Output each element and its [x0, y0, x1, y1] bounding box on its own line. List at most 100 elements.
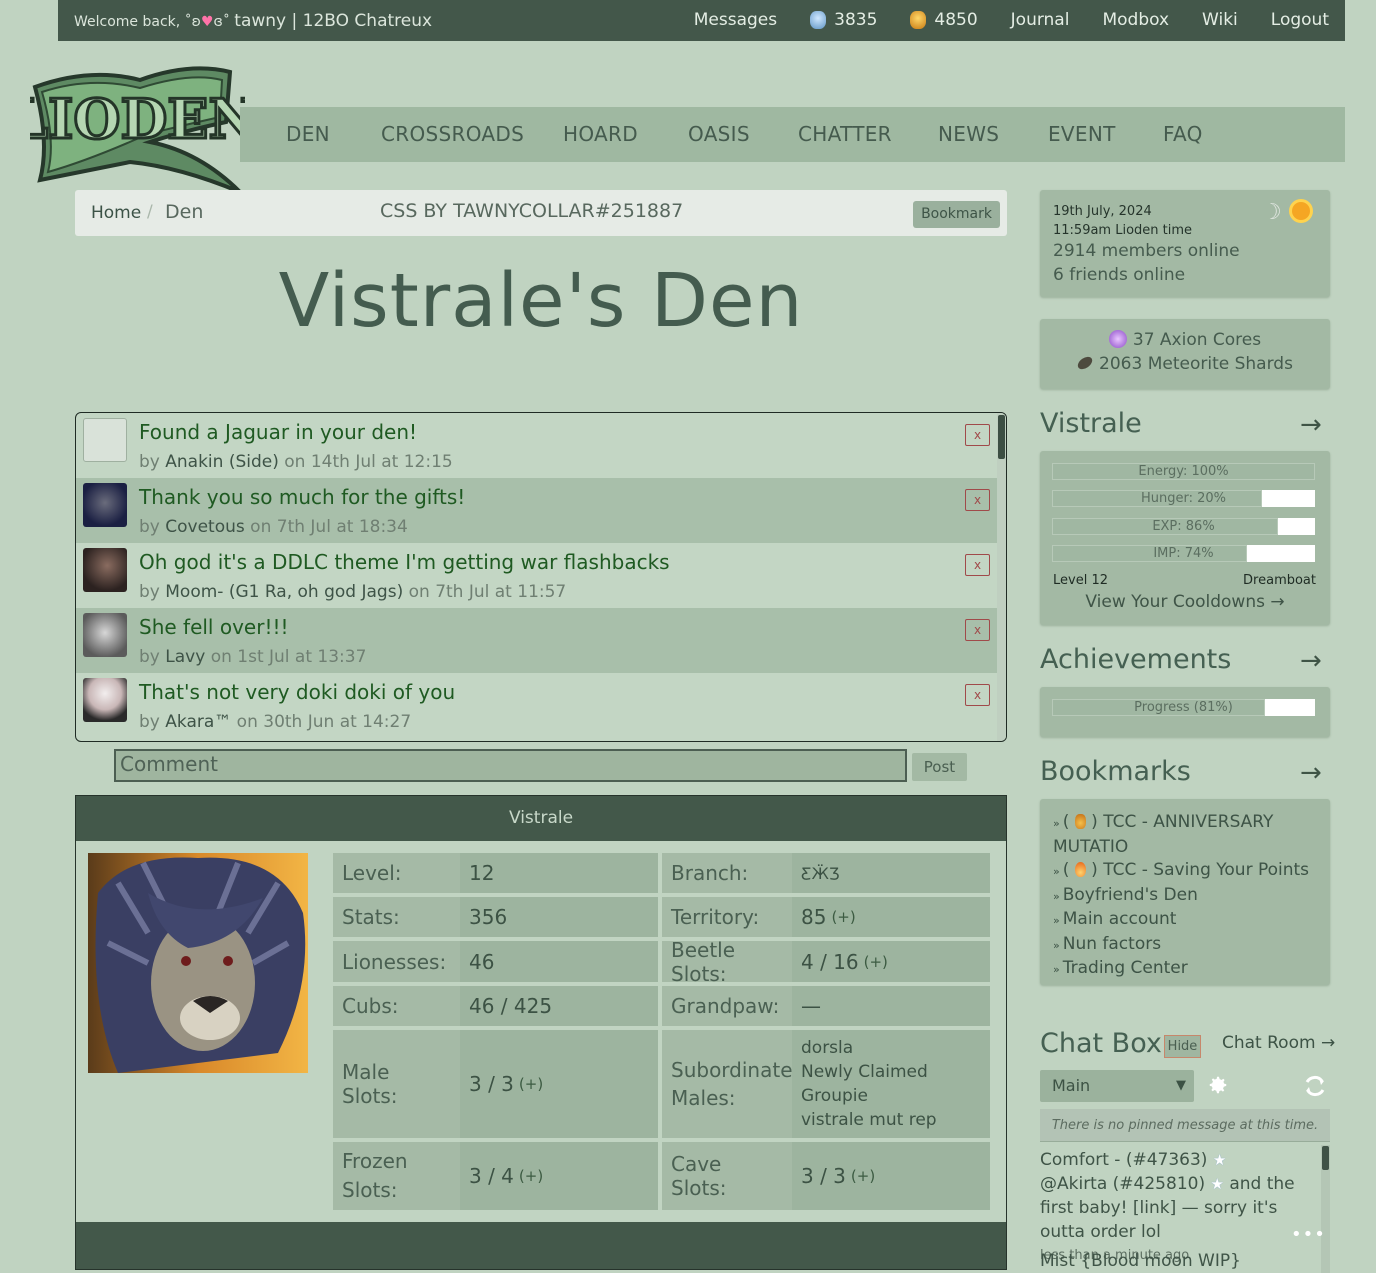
branch-label: Branch: [662, 853, 792, 893]
refresh-icon[interactable] [1302, 1073, 1328, 1099]
star-icon: ★ [1210, 1175, 1224, 1193]
frozen-slots-cell: 3 / 4 (+) [460, 1142, 658, 1210]
stats-value: 356 [460, 897, 658, 937]
nav-faq[interactable]: FAQ [1163, 122, 1203, 146]
nav-chatter[interactable]: CHATTER [798, 122, 892, 146]
lion-portrait[interactable] [88, 853, 308, 1073]
beetle-slots-label: Beetle Slots: [662, 938, 792, 986]
subordinate-male-link[interactable]: Newly Claimed [801, 1060, 937, 1084]
hide-chat-button[interactable]: Hide [1164, 1035, 1201, 1058]
commenter-avatar[interactable] [83, 678, 127, 722]
comment-time: on 7th Jul at 11:57 [408, 582, 567, 602]
cave-slots-plus-link[interactable]: (+) [851, 1167, 875, 1185]
nav-news[interactable]: NEWS [938, 122, 999, 146]
welcome-deco-left: ˚ʚ [184, 14, 201, 30]
comment-row: Thank you so much for the gifts! by Cove… [76, 478, 998, 543]
grandpaw-row: Grandpaw: — [662, 986, 990, 1026]
breadcrumb-home[interactable]: Home [91, 203, 141, 223]
commenter-avatar[interactable] [83, 483, 127, 527]
comment-input[interactable]: Comment [114, 749, 907, 782]
gold-counter[interactable]: 4850 [910, 10, 978, 30]
chat-author-link[interactable]: Mist {Blood moon WIP} (#436218) [1040, 1249, 1316, 1273]
nav-den[interactable]: DEN [286, 122, 330, 146]
delete-comment-button[interactable]: x [965, 619, 990, 641]
lion-arrow-icon[interactable]: → [1300, 410, 1322, 440]
delete-comment-button[interactable]: x [965, 424, 990, 446]
meteorite-shards-amount: 2063 Meteorite Shards [1099, 354, 1293, 374]
lioden-logo[interactable]: LIODEN [9, 62, 259, 197]
chat-room-select[interactable]: Main ▼ [1040, 1070, 1194, 1102]
bookmarks-heading[interactable]: Bookmarks [1040, 756, 1191, 787]
beetle-slots-plus-link[interactable]: (+) [864, 953, 888, 971]
bookmark-item[interactable]: »( ) TCC - ANNIVERSARY MUTATIO [1053, 811, 1323, 859]
nav-oasis[interactable]: OASIS [688, 122, 750, 146]
chat-room-link[interactable]: Chat Room → [1222, 1033, 1335, 1053]
comments-scrollbar[interactable] [997, 413, 1006, 741]
comment-author[interactable]: Anakin (Side) [165, 452, 279, 472]
comment-author[interactable]: Moom- (G1 Ra, oh god Jags) [165, 582, 403, 602]
comment-author[interactable]: Covetous [165, 517, 245, 537]
bookmark-item[interactable]: » Nun factors [1053, 933, 1323, 958]
welcome-prefix: Welcome back, [74, 14, 181, 30]
comment-author[interactable]: Lavy [165, 647, 205, 667]
chat-author-link[interactable]: Comfort - (#47363) [1040, 1150, 1207, 1170]
members-online-link[interactable]: 2914 members online [1053, 239, 1240, 263]
male-slots-plus-link[interactable]: (+) [519, 1075, 543, 1093]
bookmark-item[interactable]: » Boyfriend's Den [1053, 884, 1323, 909]
scrollbar-thumb[interactable] [998, 415, 1005, 459]
commenter-avatar[interactable] [83, 548, 127, 592]
level-label: Level: [333, 853, 460, 893]
bookmark-label: Nun factors [1062, 933, 1162, 954]
delete-comment-button[interactable]: x [965, 489, 990, 511]
top-bar: Welcome back, ˚ʚ♥ɞ˚ tawny | 12BO Chatreu… [58, 0, 1345, 41]
comment-by: by [139, 712, 160, 732]
logout-link[interactable]: Logout [1271, 10, 1329, 30]
territory-plus-link[interactable]: (+) [831, 908, 855, 926]
frozen-slots-plus-link[interactable]: (+) [519, 1167, 543, 1185]
achievements-arrow-icon[interactable]: → [1300, 646, 1322, 676]
branch-value: ƸӜƷ [792, 853, 990, 893]
subordinate-male-link[interactable]: dorsla [801, 1036, 937, 1060]
grandpaw-label: Grandpaw: [662, 986, 792, 1026]
comment-author[interactable]: Akara™ [165, 712, 231, 732]
delete-comment-button[interactable]: x [965, 554, 990, 576]
subordinate-male-link[interactable]: vistrale mut rep [801, 1108, 937, 1132]
nav-event[interactable]: EVENT [1048, 122, 1116, 146]
pinned-message: There is no pinned message at this time. [1040, 1109, 1330, 1142]
beetles-counter[interactable]: 3835 [810, 10, 877, 30]
subordinate-males-row: Subordinate Males: dorsla Newly Claimed … [662, 1030, 990, 1138]
bookmark-item[interactable]: » Main account [1053, 908, 1323, 933]
nav-hoard[interactable]: HOARD [563, 122, 638, 146]
gear-icon[interactable] [1207, 1074, 1229, 1096]
bookmark-button[interactable]: Bookmark [913, 201, 1000, 228]
chat-scrollbar[interactable] [1321, 1145, 1330, 1273]
comment-row: That's not very doki doki of you by Akar… [76, 673, 998, 738]
post-button[interactable]: Post [912, 753, 967, 781]
comment-title: Oh god it's a DDLC theme I'm getting war… [139, 550, 670, 574]
achievements-heading[interactable]: Achievements [1040, 644, 1231, 675]
lion-section-heading[interactable]: Vistrale [1040, 408, 1142, 439]
subordinate-males-value: dorsla Newly Claimed Groupie vistrale mu… [792, 1030, 990, 1138]
modbox-link[interactable]: Modbox [1102, 10, 1169, 30]
medal-icon [1074, 814, 1086, 829]
delete-comment-button[interactable]: x [965, 684, 990, 706]
chat-scrollbar-thumb[interactable] [1322, 1146, 1329, 1170]
cave-slots-label: Cave Slots: [662, 1142, 792, 1210]
subordinate-male-link[interactable]: Groupie [801, 1084, 937, 1108]
cubs-row: Cubs: 46 / 425 [333, 986, 658, 1026]
username-link[interactable]: tawny | 12BO Chatreux [234, 11, 432, 31]
friends-online-link[interactable]: 6 friends online [1053, 263, 1240, 287]
commenter-avatar[interactable] [83, 418, 127, 462]
mention-link[interactable]: @Akirta (#425810) [1040, 1174, 1205, 1194]
commenter-avatar[interactable] [83, 613, 127, 657]
cooldowns-link[interactable]: View Your Cooldowns → [1040, 592, 1330, 612]
messages-link[interactable]: Messages [694, 10, 777, 30]
wiki-link[interactable]: Wiki [1202, 10, 1238, 30]
bookmark-item[interactable]: » Trading Center [1053, 957, 1323, 982]
journal-link[interactable]: Journal [1011, 10, 1070, 30]
nav-crossroads[interactable]: CROSSROADS [381, 122, 524, 146]
message-options-icon[interactable]: ••• [1291, 1224, 1326, 1245]
bookmarks-arrow-icon[interactable]: → [1300, 758, 1322, 788]
bookmark-item[interactable]: »( ) TCC - Saving Your Points [1053, 859, 1323, 884]
breadcrumb-separator: / [147, 202, 153, 222]
